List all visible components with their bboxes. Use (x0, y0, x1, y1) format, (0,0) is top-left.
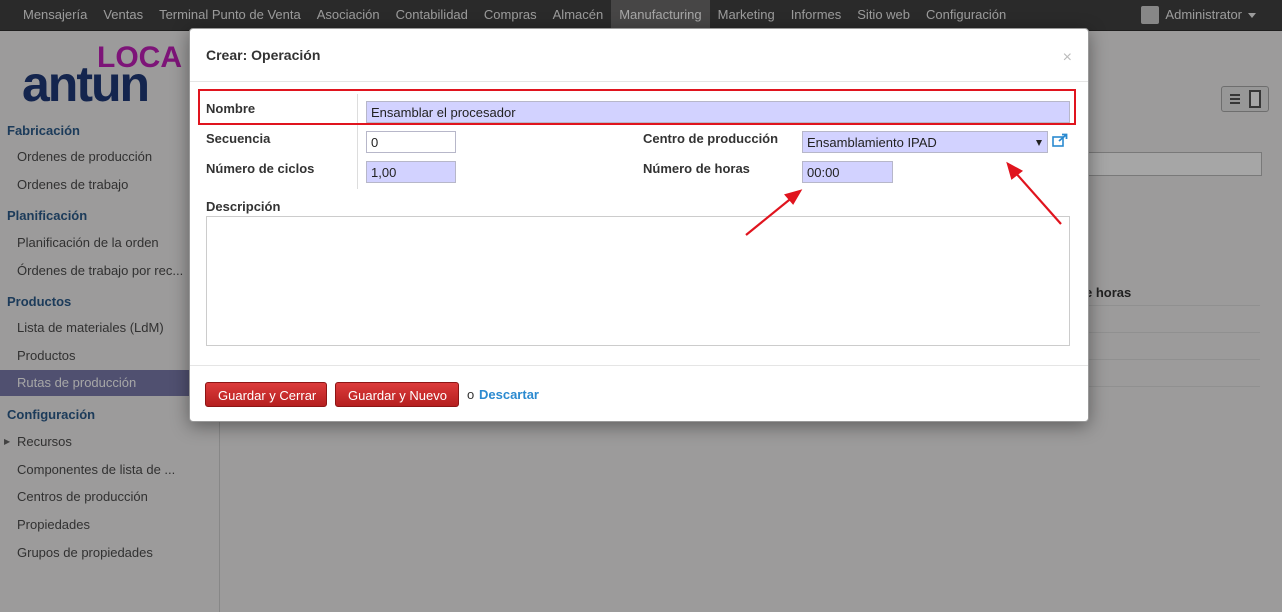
centro-select[interactable]: Ensamblamiento IPAD (802, 131, 1048, 153)
descripcion-label: Descripción (206, 199, 281, 214)
horas-label: Número de horas (643, 161, 750, 176)
ciclos-label: Número de ciclos (206, 161, 315, 176)
or-text: o (467, 387, 475, 402)
save-close-button[interactable]: Guardar y Cerrar (205, 382, 327, 407)
secuencia-label: Secuencia (206, 131, 271, 146)
descripcion-textarea[interactable] (206, 216, 1070, 346)
dialog-title: Crear: Operación (206, 47, 321, 63)
horas-input[interactable]: 00:00 (802, 161, 893, 183)
discard-link[interactable]: Descartar (479, 387, 539, 402)
external-link-icon[interactable] (1052, 133, 1068, 147)
highlight-box (198, 89, 1076, 125)
close-icon[interactable]: × (1063, 49, 1072, 67)
centro-selected-value: Ensamblamiento IPAD (807, 135, 937, 150)
header-divider (190, 81, 1088, 82)
footer-divider (190, 365, 1088, 366)
ciclos-input[interactable]: 1,00 (366, 161, 456, 183)
secuencia-input[interactable]: 0 (366, 131, 456, 153)
centro-label: Centro de producción (643, 131, 779, 146)
dropdown-caret-icon (1036, 140, 1042, 146)
save-new-button[interactable]: Guardar y Nuevo (335, 382, 459, 407)
create-operation-dialog: Crear: Operación × Nombre Ensamblar el p… (189, 28, 1089, 422)
